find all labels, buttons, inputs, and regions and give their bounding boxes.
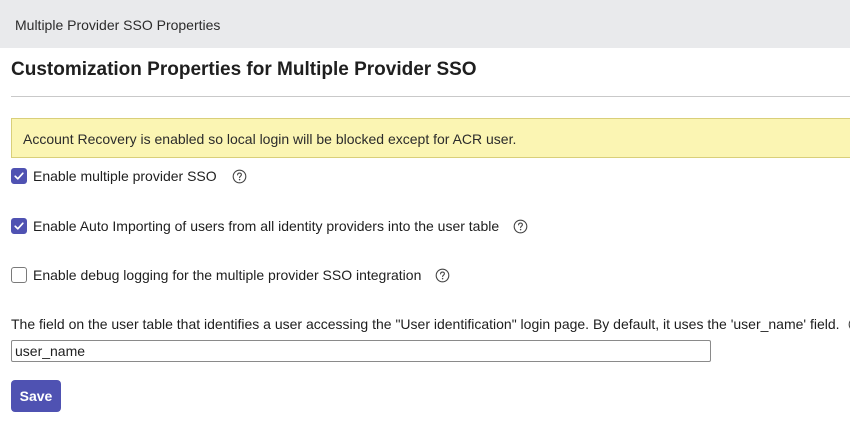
header-title: Multiple Provider SSO Properties bbox=[15, 17, 221, 33]
enable-multiple-provider-sso-checkbox[interactable] bbox=[11, 168, 27, 184]
option-label: Enable debug logging for the multiple pr… bbox=[33, 267, 422, 283]
help-icon[interactable] bbox=[232, 169, 247, 184]
header-bar: Multiple Provider SSO Properties bbox=[0, 0, 850, 48]
divider bbox=[11, 96, 850, 97]
warning-alert: Account Recovery is enabled so local log… bbox=[11, 118, 850, 158]
help-icon[interactable] bbox=[435, 268, 450, 283]
user-field-input[interactable] bbox=[11, 340, 711, 362]
checkmark-icon bbox=[14, 172, 24, 180]
help-icon[interactable] bbox=[513, 219, 528, 234]
user-field-label-row: The field on the user table that identif… bbox=[11, 316, 850, 332]
enable-debug-logging-checkbox[interactable] bbox=[11, 267, 27, 283]
option-enable-auto-importing: Enable Auto Importing of users from all … bbox=[11, 217, 528, 235]
option-enable-multiple-provider-sso: Enable multiple provider SSO bbox=[11, 167, 247, 185]
option-label: Enable Auto Importing of users from all … bbox=[33, 218, 500, 234]
enable-auto-importing-checkbox[interactable] bbox=[11, 218, 27, 234]
user-field-label: The field on the user table that identif… bbox=[11, 316, 840, 332]
alert-text: Account Recovery is enabled so local log… bbox=[23, 131, 517, 147]
save-button[interactable]: Save bbox=[11, 380, 61, 412]
option-label: Enable multiple provider SSO bbox=[33, 168, 217, 184]
page-title: Customization Properties for Multiple Pr… bbox=[11, 59, 477, 80]
option-enable-debug-logging: Enable debug logging for the multiple pr… bbox=[11, 266, 450, 284]
checkmark-icon bbox=[14, 222, 24, 230]
